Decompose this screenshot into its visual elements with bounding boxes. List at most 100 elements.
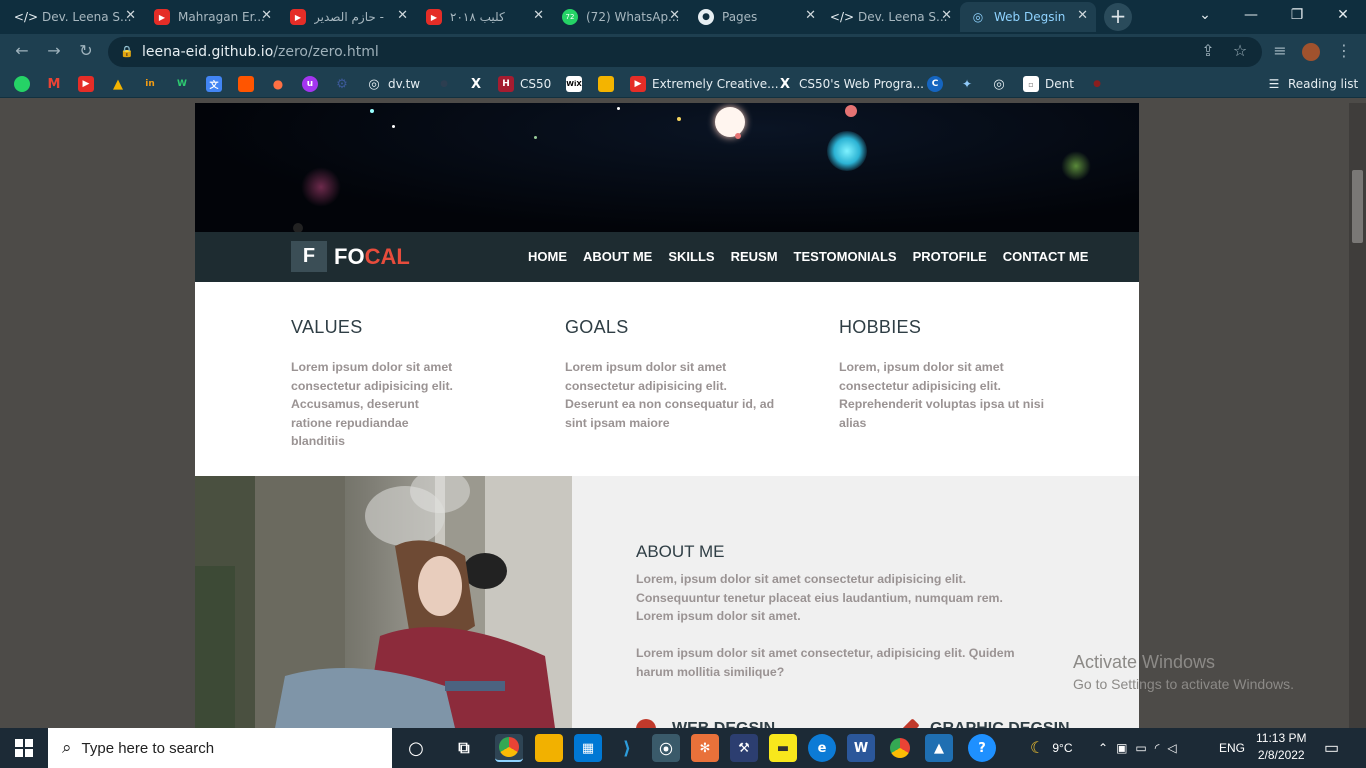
bookmark-udemy[interactable]: u [302, 74, 324, 94]
close-icon[interactable]: ✕ [941, 8, 952, 23]
menu-about-me[interactable]: ABOUT ME [583, 249, 652, 264]
close-icon[interactable]: ✕ [125, 8, 136, 23]
weather-widget[interactable]: ☾ 9°C [1030, 728, 1072, 768]
menu-testomonials[interactable]: TESTOMONIALS [794, 249, 897, 264]
edge-icon[interactable]: e [808, 734, 836, 762]
tab-hazem[interactable]: ▶ حازم الصدير - ✕ [280, 2, 416, 32]
logo-mark[interactable]: F [291, 241, 327, 272]
wifi-icon[interactable]: ◜ [1155, 741, 1160, 755]
close-icon[interactable]: ✕ [1077, 8, 1088, 23]
bookmark-note[interactable] [598, 74, 620, 94]
bookmark-c[interactable]: C [927, 74, 949, 94]
url-field[interactable]: 🔒 leena-eid.github.io/zero/zero.html [108, 37, 1262, 67]
bookmark-x[interactable]: X [468, 74, 490, 94]
reload-icon[interactable]: ↻ [74, 41, 98, 63]
tab-dev-leena-1[interactable]: </> Dev. Leena S... ✕ [8, 2, 144, 32]
woman-smoking-image [195, 476, 572, 728]
reading-list-button[interactable]: ☰ Reading list [1266, 74, 1359, 94]
bookmark-w[interactable]: W [174, 74, 196, 94]
bookmark-red[interactable]: ● [1089, 74, 1111, 94]
moon-icon: ☾ [1030, 740, 1045, 757]
sticky-notes-icon[interactable]: ▬ [769, 734, 797, 762]
youtube-icon: ▶ [426, 9, 442, 25]
bookmark-gear[interactable]: ⚙ [334, 74, 356, 94]
file-explorer-icon[interactable] [535, 734, 563, 762]
volume-icon[interactable]: ◁ [1167, 741, 1176, 755]
store-icon[interactable]: ▦ [574, 734, 602, 762]
bookmark-dent[interactable]: ▫ Dent [1023, 74, 1074, 94]
bookmark-whatsapp[interactable] [14, 74, 36, 94]
battery-icon[interactable]: ▭ [1135, 741, 1146, 755]
vscode-icon[interactable]: ⟩ [613, 734, 641, 762]
language-indicator[interactable]: ENG [1219, 728, 1245, 768]
bokeh-dot [827, 131, 867, 171]
close-icon[interactable]: ✕ [397, 8, 408, 23]
chrome-taskbar-icon[interactable] [495, 734, 523, 762]
app-icon[interactable]: ⦿ [652, 734, 680, 762]
clock[interactable]: 11:13 PM 2/8/2022 [1256, 730, 1306, 764]
menu-reusm[interactable]: REUSM [731, 249, 778, 264]
chevron-up-icon[interactable]: ⌃ [1098, 741, 1108, 755]
bookmark-in[interactable]: in [142, 74, 164, 94]
new-tab-button[interactable]: + [1104, 3, 1132, 31]
bookmark-translate[interactable]: 文 [206, 74, 228, 94]
tab-pages[interactable]: ● Pages ✕ [688, 2, 824, 32]
bookmark-dvtw[interactable]: ◎ dv.tw [366, 74, 420, 94]
lock-icon: 🔒 [120, 45, 134, 58]
bookmark-globe[interactable]: ◎ [991, 74, 1013, 94]
scrollbar-thumb[interactable] [1352, 170, 1363, 243]
tab-dev-leena-2[interactable]: </> Dev. Leena S... ✕ [824, 2, 960, 32]
close-icon[interactable]: ✕ [533, 8, 544, 23]
bookmark-gmail[interactable]: M [46, 74, 68, 94]
start-button[interactable] [0, 728, 48, 768]
menu-icon[interactable]: ⋮ [1332, 41, 1356, 63]
cortana-icon[interactable]: ○ [402, 734, 430, 762]
skill-graphic-design: GRAPHIC DEGSIN [898, 718, 1070, 728]
bookmark-codepen[interactable]: ● [270, 74, 292, 94]
close-window-button[interactable]: ✕ [1320, 0, 1366, 30]
photos-icon[interactable]: ▲ [925, 734, 953, 762]
bookmark-soundcloud[interactable] [238, 74, 260, 94]
translate-icon: 文 [206, 76, 222, 92]
tab-whatsapp[interactable]: 72 (72) WhatsAp... ✕ [552, 2, 688, 32]
chrome-icon[interactable] [886, 734, 914, 762]
logo-text[interactable]: FOCAL [334, 244, 410, 270]
hero-banner [195, 103, 1139, 233]
bookmark-cs50-web[interactable]: X CS50's Web Progra... [777, 74, 924, 94]
notification-icon[interactable]: ▭ [1324, 728, 1339, 768]
media-icon[interactable]: ≡ [1268, 41, 1292, 63]
help-icon[interactable]: ? [968, 734, 996, 762]
tab-search-button[interactable]: ⌄ [1182, 0, 1228, 30]
tab-mahragan[interactable]: ▶ Mahragan Er... ✕ [144, 2, 280, 32]
bookmark-extremely-creative[interactable]: ▶ Extremely Creative... [630, 74, 779, 94]
share-icon[interactable]: ⇪ [1196, 41, 1220, 63]
bookmark-drive[interactable]: ▲ [110, 74, 132, 94]
camera-icon[interactable]: ▣ [1116, 741, 1127, 755]
menu-contact-me[interactable]: CONTACT ME [1003, 249, 1089, 264]
menu-skills[interactable]: SKILLS [668, 249, 714, 264]
bookmark-bird[interactable]: ✦ [959, 74, 981, 94]
menu-protofile[interactable]: PROTOFILE [913, 249, 987, 264]
tab-web-degsin[interactable]: ◎ Web Degsin ✕ [960, 2, 1096, 32]
close-icon[interactable]: ✕ [669, 8, 680, 23]
back-icon[interactable]: ← [10, 41, 34, 63]
bookmark-youtube[interactable]: ▶ [78, 74, 100, 94]
tool-icon[interactable]: ⚒ [730, 734, 758, 762]
restore-button[interactable]: ❐ [1274, 0, 1320, 30]
word-icon[interactable]: W [847, 734, 875, 762]
xampp-icon[interactable]: ✻ [691, 734, 719, 762]
menu-home[interactable]: HOME [528, 249, 567, 264]
bookmark-cs50[interactable]: H CS50 [498, 74, 551, 94]
close-icon[interactable]: ✕ [805, 8, 816, 23]
tab-clip[interactable]: ▶ كليب ٢٠١٨ ✕ [416, 2, 552, 32]
forward-icon[interactable]: → [42, 41, 66, 63]
bookmark-wix[interactable]: WiX [566, 74, 588, 94]
web-page: F FOCAL HOME ABOUT ME SKILLS REUSM TESTO… [195, 103, 1139, 728]
avatar[interactable] [1302, 43, 1320, 61]
minimize-button[interactable]: — [1228, 0, 1274, 30]
star-icon[interactable]: ☆ [1228, 41, 1252, 63]
task-view-icon[interactable]: ⧉ [450, 734, 478, 762]
close-icon[interactable]: ✕ [261, 8, 272, 23]
taskbar-search-box[interactable]: ⌕ Type here to search [48, 728, 392, 768]
bookmark-dark[interactable]: ● [436, 74, 458, 94]
